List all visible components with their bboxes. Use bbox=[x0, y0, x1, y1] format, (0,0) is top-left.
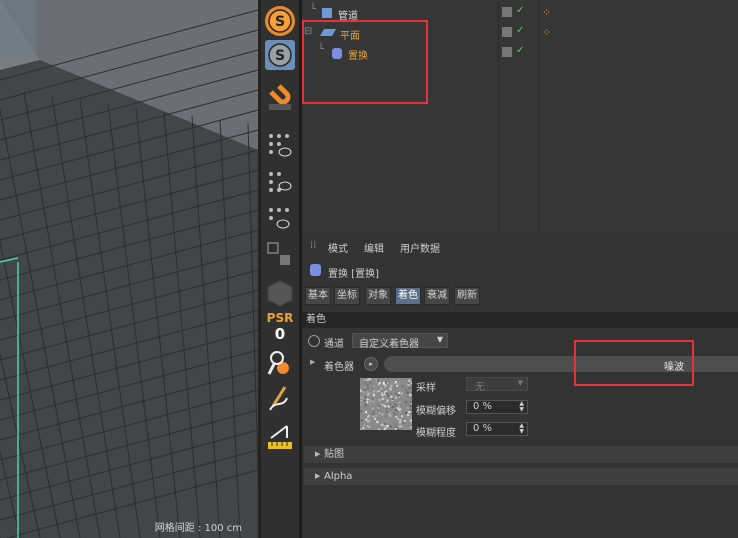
cube-icon bbox=[267, 280, 293, 307]
channel-dropdown-value: 自定义着色器 bbox=[359, 339, 419, 350]
workplane-button[interactable] bbox=[265, 240, 295, 270]
highlight-box bbox=[302, 20, 428, 104]
noise-preview-thumbnail bbox=[360, 378, 412, 430]
fold-label: 贴图 bbox=[324, 449, 344, 460]
section-header: 着色 bbox=[302, 312, 738, 328]
measure-button[interactable] bbox=[265, 418, 295, 452]
expand-triangle-icon[interactable]: ▶ bbox=[310, 358, 315, 366]
tree-line: └ bbox=[310, 4, 317, 15]
cube-button[interactable] bbox=[265, 278, 295, 308]
stepper-icon[interactable]: ▲ ▼ bbox=[519, 423, 524, 435]
channel-dropdown[interactable]: 自定义着色器 ▼ bbox=[352, 333, 448, 350]
channel-label: 通道 bbox=[324, 339, 344, 350]
snap-grid-button-2[interactable] bbox=[265, 168, 295, 198]
highlight-box bbox=[574, 340, 694, 386]
sampling-value: 无 bbox=[475, 382, 485, 393]
snap-grid-button-3[interactable] bbox=[265, 204, 295, 234]
snap-grid-button-1[interactable] bbox=[265, 130, 295, 160]
menu-edit[interactable]: 编辑 bbox=[364, 240, 384, 255]
grid-spacing-label: 网格间距 : 100 cm bbox=[154, 523, 242, 534]
expand-triangle-icon: ▶ bbox=[315, 450, 321, 458]
viewport-grid bbox=[0, 0, 258, 538]
dots-grid-icon bbox=[269, 208, 290, 229]
tab-falloff[interactable]: 衰减 bbox=[424, 287, 450, 305]
channel-radio-icon[interactable] bbox=[308, 335, 320, 347]
svg-text:S: S bbox=[275, 48, 285, 64]
fold-label: Alpha bbox=[324, 471, 353, 482]
layer-icon[interactable] bbox=[502, 7, 512, 17]
viewport-3d[interactable]: 网格间距 : 100 cm bbox=[0, 0, 258, 538]
tab-basic[interactable]: 基本 bbox=[305, 287, 331, 305]
fold-alpha[interactable]: ▶ Alpha bbox=[304, 468, 738, 485]
svg-text:S: S bbox=[275, 14, 285, 30]
magnet-icon bbox=[269, 84, 291, 110]
check-icon[interactable]: ✓ bbox=[516, 25, 524, 36]
psr-label: PSR bbox=[266, 311, 294, 325]
layer-icon[interactable] bbox=[502, 47, 512, 57]
magnifier-icon bbox=[267, 351, 289, 375]
grip-icon: ⁞⁞ bbox=[310, 240, 317, 251]
solo-off-button[interactable]: S bbox=[265, 6, 295, 36]
displacer-deformer-icon bbox=[310, 264, 321, 276]
shader-menu-button[interactable]: ▸ bbox=[364, 357, 378, 371]
magnet-button[interactable] bbox=[265, 84, 295, 114]
solo-s-icon-active: S bbox=[268, 43, 292, 67]
blur-offset-label: 模糊偏移 bbox=[416, 406, 456, 417]
dots-grid-icon bbox=[269, 172, 292, 192]
expand-triangle-icon: ▶ bbox=[315, 472, 321, 480]
tag-dots-icon[interactable]: ⁘ bbox=[542, 6, 551, 19]
check-icon[interactable]: ✓ bbox=[516, 45, 524, 56]
tab-shading[interactable]: 着色 bbox=[395, 287, 421, 305]
check-icon[interactable]: ✓ bbox=[516, 5, 524, 16]
layer-icon[interactable] bbox=[502, 27, 512, 37]
sculpt-button[interactable] bbox=[265, 384, 295, 414]
tab-object[interactable]: 对象 bbox=[365, 287, 391, 305]
left-toolbar: S S PSR 0 bbox=[261, 0, 299, 538]
tube-object-icon bbox=[322, 8, 332, 18]
fold-texture[interactable]: ▶ 贴图 bbox=[304, 446, 738, 463]
stepper-icon[interactable]: ▲ ▼ bbox=[519, 401, 524, 413]
solo-s-icon: S bbox=[268, 9, 292, 33]
blur-offset-field[interactable]: 0 % ▲ ▼ bbox=[466, 400, 528, 414]
object-title: 置换 [置换] bbox=[328, 269, 379, 280]
tab-coord[interactable]: 坐标 bbox=[334, 287, 360, 305]
sampling-label: 采样 bbox=[416, 383, 436, 394]
blur-scale-value: 0 % bbox=[473, 423, 493, 434]
blur-scale-label: 模糊程度 bbox=[416, 428, 456, 439]
attribute-manager: ⁞⁞ 模式 编辑 用户数据 置换 [置换] 基本 坐标 对象 着色 衰减 刷新 … bbox=[302, 232, 738, 538]
psr-value: 0 bbox=[274, 325, 286, 343]
tab-refresh[interactable]: 刷新 bbox=[454, 287, 480, 305]
object-manager: └ 管道 ✓ ⁘ ⊟ 平面 ✓ ⁘ └ 置换 ✓ bbox=[302, 0, 738, 232]
shader-label: 着色器 bbox=[324, 362, 354, 373]
brush-pen-icon bbox=[269, 386, 288, 411]
solo-on-button[interactable]: S bbox=[265, 40, 295, 70]
chevron-down-icon: ▼ bbox=[517, 379, 523, 387]
ruler-icon bbox=[268, 425, 292, 449]
tag-dots-icon[interactable]: ⁘ bbox=[542, 26, 551, 39]
workplane-icon bbox=[267, 242, 290, 265]
chevron-down-icon: ▼ bbox=[436, 335, 443, 344]
sampling-dropdown[interactable]: 无 ▼ bbox=[466, 377, 528, 393]
magnifier-button[interactable] bbox=[265, 348, 295, 378]
menu-mode[interactable]: 模式 bbox=[328, 240, 348, 255]
blur-scale-field[interactable]: 0 % ▲ ▼ bbox=[466, 422, 528, 436]
menu-user-data[interactable]: 用户数据 bbox=[400, 240, 440, 255]
dots-grid-icon bbox=[269, 134, 292, 157]
blur-offset-value: 0 % bbox=[473, 401, 493, 412]
